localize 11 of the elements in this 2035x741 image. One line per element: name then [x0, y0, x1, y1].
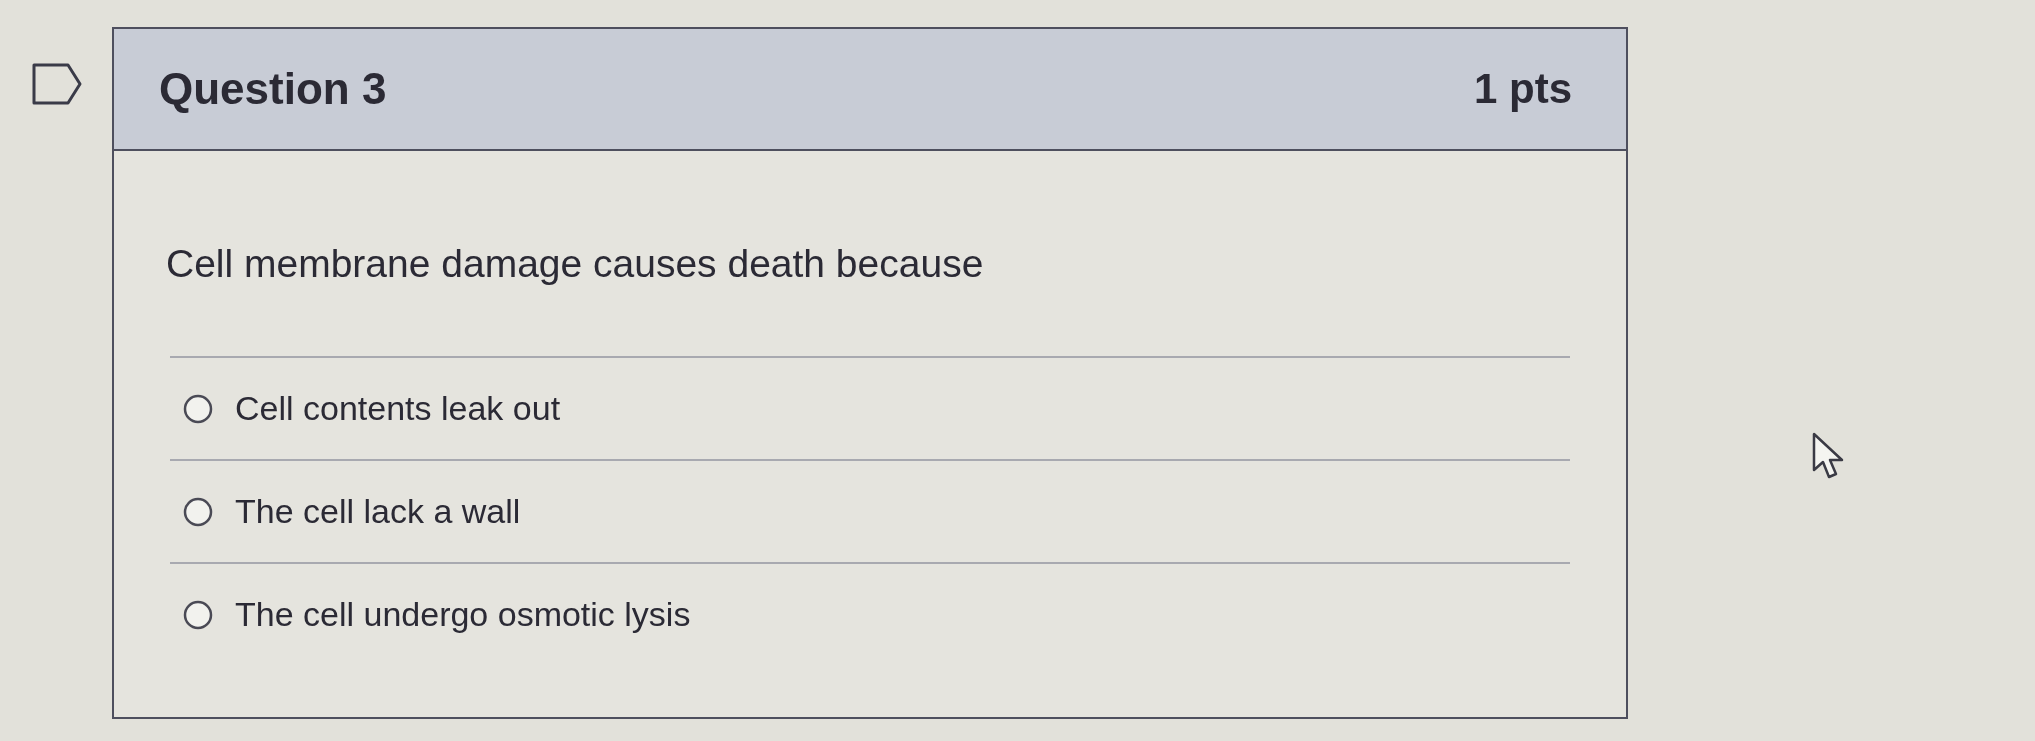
radio-button[interactable] — [183, 599, 213, 630]
tag-icon[interactable] — [32, 63, 82, 105]
radio-button[interactable] — [183, 496, 213, 527]
option-label[interactable]: The cell lack a wall — [235, 492, 521, 531]
points-label: 1 pts — [1473, 65, 1572, 113]
option-label[interactable]: Cell contents leak out — [235, 389, 561, 428]
mouse-pointer-icon — [1812, 432, 1844, 480]
question-text: Cell membrane damage causes death because — [166, 241, 985, 287]
option-label[interactable]: The cell undergo osmotic lysis — [235, 595, 691, 634]
radio-button[interactable] — [183, 393, 213, 424]
question-title: Question 3 — [159, 64, 387, 114]
